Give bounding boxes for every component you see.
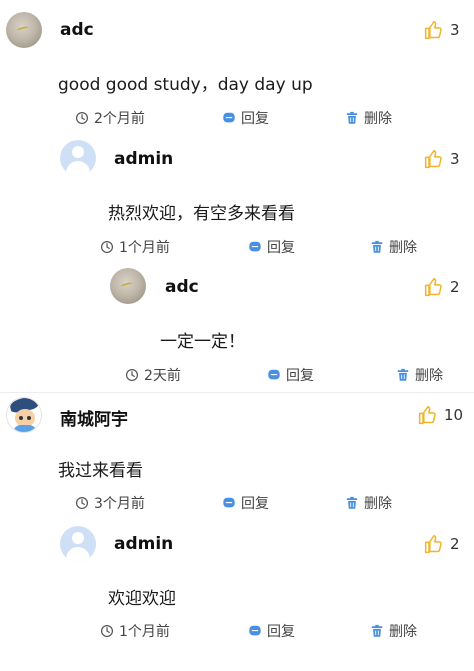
delete-button[interactable]: 删除 (396, 365, 443, 385)
reply-label: 回复 (286, 368, 314, 384)
cartoon-avatar[interactable] (6, 397, 42, 433)
reply-label: 回复 (267, 624, 295, 640)
default-user-avatar[interactable] (60, 526, 96, 562)
thumbs-up-icon (424, 277, 444, 297)
reply-item: adc 2 一定一定！ 2天前 回复 删除 (0, 262, 474, 390)
comment-time-text: 1个月前 (119, 624, 170, 640)
delete-button[interactable]: 删除 (345, 108, 392, 128)
like-count: 3 (450, 21, 460, 39)
comment-time: 1个月前 (100, 621, 170, 641)
delete-button[interactable]: 删除 (370, 621, 417, 641)
reply-icon (267, 368, 281, 382)
trash-icon (370, 240, 384, 254)
reply-label: 回复 (241, 496, 269, 512)
comment-time-text: 1个月前 (119, 240, 170, 256)
comment-username[interactable]: 南城阿宇 (60, 405, 128, 430)
thumbs-up-icon (418, 405, 438, 425)
comment-username[interactable]: admin (114, 534, 173, 554)
trash-icon (345, 496, 359, 510)
reply-button[interactable]: 回复 (222, 493, 269, 513)
reply-icon (248, 240, 262, 254)
comment-content: 欢迎欢迎 (108, 589, 176, 609)
reply-button[interactable]: 回复 (222, 108, 269, 128)
delete-button[interactable]: 删除 (345, 493, 392, 513)
comment-content: good good study，day day up (58, 75, 313, 95)
like-count: 2 (450, 278, 460, 296)
delete-label: 删除 (415, 368, 443, 384)
comment-time-text: 2天前 (144, 368, 181, 384)
reply-button[interactable]: 回复 (248, 237, 295, 257)
comment-content: 我过来看看 (58, 461, 143, 481)
like-button[interactable]: 10 (418, 405, 463, 425)
like-count: 3 (450, 150, 460, 168)
comment-time: 2天前 (125, 365, 181, 385)
clock-icon (125, 368, 139, 382)
comment-time: 2个月前 (75, 108, 145, 128)
delete-label: 删除 (364, 496, 392, 512)
like-button[interactable]: 2 (424, 534, 460, 554)
default-user-avatar[interactable] (60, 140, 96, 176)
like-count: 10 (444, 406, 464, 424)
reply-label: 回复 (267, 240, 295, 256)
clock-icon (75, 111, 89, 125)
comment-time-text: 3个月前 (94, 496, 145, 512)
adc-avatar[interactable] (110, 268, 146, 304)
comment-item: adc 3 good good study，day day up 2个月前 回复… (0, 0, 474, 134)
reply-icon (222, 111, 236, 125)
like-button[interactable]: 2 (424, 277, 460, 297)
comment-time: 3个月前 (75, 493, 145, 513)
comment-content: 一定一定！ (160, 332, 245, 352)
trash-icon (396, 368, 410, 382)
delete-label: 删除 (364, 111, 392, 127)
like-count: 2 (450, 535, 460, 553)
comment-username[interactable]: admin (114, 149, 173, 169)
comment-username[interactable]: adc (60, 20, 94, 40)
reply-icon (222, 496, 236, 510)
comment-username[interactable]: adc (165, 277, 199, 297)
delete-button[interactable]: 删除 (370, 237, 417, 257)
clock-icon (100, 624, 114, 638)
trash-icon (370, 624, 384, 638)
delete-label: 删除 (389, 240, 417, 256)
comment-content: 热烈欢迎，有空多来看看 (108, 204, 295, 224)
trash-icon (345, 111, 359, 125)
comment-time: 1个月前 (100, 237, 170, 257)
reply-button[interactable]: 回复 (267, 365, 314, 385)
like-button[interactable]: 3 (424, 20, 460, 40)
delete-label: 删除 (389, 624, 417, 640)
adc-avatar[interactable] (6, 12, 42, 48)
clock-icon (75, 496, 89, 510)
reply-icon (248, 624, 262, 638)
reply-item: admin 2 欢迎欢迎 1个月前 回复 删除 (0, 522, 474, 671)
reply-button[interactable]: 回复 (248, 621, 295, 641)
comment-item: 南城阿宇 10 我过来看看 3个月前 回复 删除 (0, 393, 474, 522)
reply-item: admin 3 热烈欢迎，有空多来看看 1个月前 回复 删除 (0, 134, 474, 262)
reply-label: 回复 (241, 111, 269, 127)
like-button[interactable]: 3 (424, 149, 460, 169)
thumbs-up-icon (424, 149, 444, 169)
clock-icon (100, 240, 114, 254)
thumbs-up-icon (424, 534, 444, 554)
comment-time-text: 2个月前 (94, 111, 145, 127)
thumbs-up-icon (424, 20, 444, 40)
